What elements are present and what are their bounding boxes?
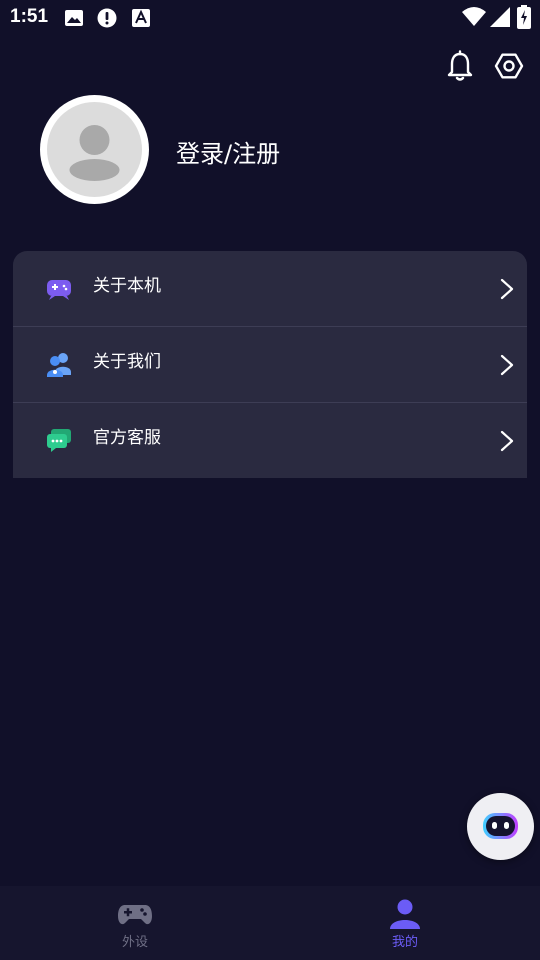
menu-item-customer-service[interactable]: 官方客服: [13, 403, 527, 478]
chevron-right-icon: [500, 430, 514, 452]
tab-peripherals[interactable]: 外设: [0, 886, 270, 960]
avatar[interactable]: [40, 95, 149, 204]
chevron-right-icon: [500, 354, 514, 376]
controller-icon: [118, 905, 152, 925]
default-avatar-icon: [47, 102, 142, 197]
login-register-link[interactable]: 登录/注册: [176, 134, 280, 169]
menu-item-about-device[interactable]: 关于本机: [13, 251, 527, 326]
tab-mine[interactable]: 我的: [270, 886, 540, 960]
font-icon: [132, 9, 150, 27]
menu-item-label: 官方客服: [93, 428, 161, 448]
bell-icon[interactable]: [444, 50, 476, 82]
settings-menu: 关于本机 关于我们 官方客服: [13, 251, 527, 478]
tab-label: 我的: [391, 935, 418, 950]
alert-icon: [97, 8, 117, 28]
battery-icon: [517, 5, 531, 29]
tab-label: 外设: [121, 935, 148, 950]
robot-icon: [483, 813, 518, 839]
image-icon: [65, 10, 83, 26]
menu-item-about-us[interactable]: 关于我们: [13, 327, 527, 402]
users-icon: [47, 353, 71, 377]
wifi-icon: [462, 7, 486, 26]
status-time: 1:51: [10, 6, 49, 27]
signal-icon: [490, 7, 510, 27]
person-icon: [390, 899, 420, 929]
assistant-bot-button[interactable]: [467, 793, 534, 860]
status-bar: 1:51: [0, 0, 540, 36]
gamepad-icon: [47, 280, 71, 300]
bottom-nav: 外设 我的: [0, 886, 540, 960]
menu-item-label: 关于我们: [93, 352, 161, 372]
chevron-right-icon: [500, 278, 514, 300]
menu-item-label: 关于本机: [93, 276, 161, 296]
settings-icon[interactable]: [493, 50, 525, 82]
chat-icon: [47, 429, 71, 452]
